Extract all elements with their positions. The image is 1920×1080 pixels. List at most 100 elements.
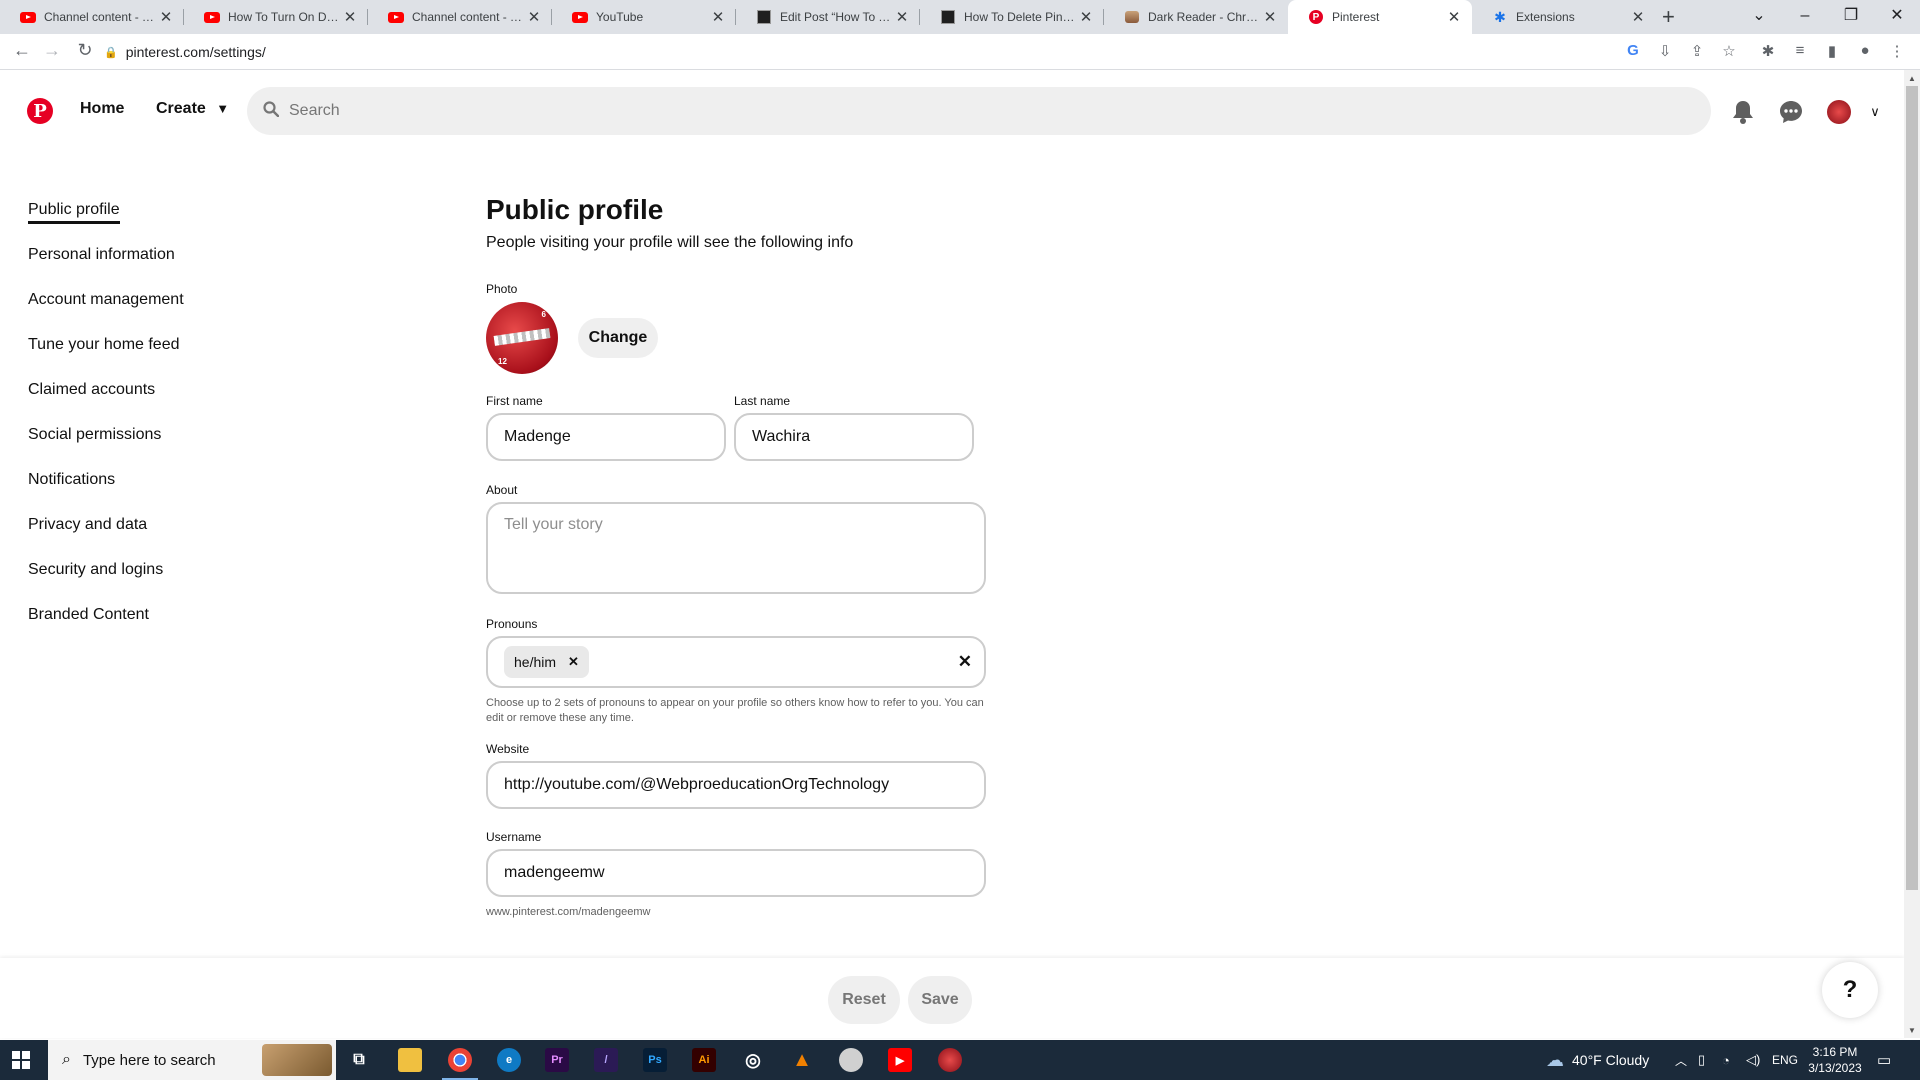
sidebar-item-claimed-accounts[interactable]: Claimed accounts bbox=[28, 376, 328, 421]
browser-tab[interactable]: Dark Reader - Chrome Web Store ✕ bbox=[1104, 0, 1288, 34]
accounts-chevron-icon[interactable]: ∨ bbox=[1861, 98, 1889, 126]
pronouns-field[interactable]: he/him ✕ ✕ bbox=[486, 636, 986, 688]
battery-icon[interactable]: ▯ bbox=[1698, 1040, 1705, 1080]
bookmark-star-icon[interactable]: ☆ bbox=[1719, 42, 1739, 60]
app-icon[interactable] bbox=[839, 1048, 863, 1072]
browser-tab[interactable]: YouTube ✕ bbox=[552, 0, 736, 34]
weather-widget[interactable]: ☁ 40°F Cloudy bbox=[1546, 1040, 1649, 1080]
browser-tab[interactable]: How To Delete Pins On ✕ bbox=[920, 0, 1104, 34]
sidebar-item-branded-content[interactable]: Branded Content bbox=[28, 601, 328, 646]
browser-tab-active[interactable]: P Pinterest ✕ bbox=[1288, 0, 1472, 34]
sidebar-item-tune-home-feed[interactable]: Tune your home feed bbox=[28, 331, 328, 376]
first-name-field[interactable]: Madenge bbox=[486, 413, 726, 461]
avatar[interactable] bbox=[1825, 98, 1853, 126]
task-view-icon[interactable]: ⧉ bbox=[347, 1048, 371, 1072]
close-tab-icon[interactable]: ✕ bbox=[342, 8, 358, 26]
remove-chip-icon[interactable]: ✕ bbox=[568, 654, 579, 670]
browser-tab[interactable]: Channel content - YouTube Studio ✕ bbox=[0, 0, 184, 34]
edge-icon[interactable]: e bbox=[497, 1048, 521, 1072]
close-tab-icon[interactable]: ✕ bbox=[158, 8, 174, 26]
minimize-button[interactable]: – bbox=[1782, 2, 1828, 30]
scroll-up-arrow-icon[interactable]: ▲ bbox=[1904, 74, 1920, 83]
app-icon[interactable] bbox=[938, 1048, 962, 1072]
home-link[interactable]: Home bbox=[80, 100, 124, 118]
sidebar-item-public-profile[interactable]: Public profile bbox=[28, 196, 328, 241]
cloud-icon: ☁ bbox=[1546, 1049, 1564, 1070]
search-bar[interactable] bbox=[247, 87, 1711, 135]
file-explorer-icon[interactable] bbox=[398, 1048, 422, 1072]
volume-icon[interactable]: ◁) bbox=[1746, 1040, 1760, 1080]
scrollbar-thumb[interactable] bbox=[1906, 86, 1918, 890]
website-field[interactable]: http://youtube.com/@WebproeducationOrgTe… bbox=[486, 761, 986, 809]
forward-arrow-icon[interactable]: → bbox=[40, 40, 64, 61]
profile-url-hint: www.pinterest.com/madengeemw bbox=[486, 906, 651, 918]
photoshop-icon[interactable]: Ps bbox=[643, 1048, 667, 1072]
vectornator-icon[interactable]: / bbox=[594, 1048, 618, 1072]
restore-button[interactable]: ❐ bbox=[1828, 2, 1874, 30]
username-field[interactable]: madengeemw bbox=[486, 849, 986, 897]
browser-tab[interactable]: Edit Post “How To Turn ✕ bbox=[736, 0, 920, 34]
close-tab-icon[interactable]: ✕ bbox=[526, 8, 542, 26]
premiere-pro-icon[interactable]: Pr bbox=[545, 1048, 569, 1072]
extensions-icon[interactable]: ✱ bbox=[1758, 42, 1778, 60]
change-photo-button[interactable]: Change bbox=[578, 318, 658, 358]
reset-button[interactable]: Reset bbox=[828, 976, 900, 1024]
sidebar-item-security-and-logins[interactable]: Security and logins bbox=[28, 556, 328, 601]
close-window-button[interactable]: ✕ bbox=[1874, 2, 1920, 30]
about-textarea[interactable]: Tell your story bbox=[486, 502, 986, 594]
close-tab-icon[interactable]: ✕ bbox=[1078, 8, 1094, 26]
close-tab-icon[interactable]: ✕ bbox=[1630, 8, 1646, 26]
windows-start-icon[interactable] bbox=[12, 1051, 30, 1069]
help-button[interactable]: ? bbox=[1822, 962, 1878, 1018]
more-options-icon[interactable]: ⋮ bbox=[1887, 42, 1907, 60]
create-menu[interactable]: Create ▼ bbox=[156, 100, 229, 118]
share-icon[interactable]: ⇪ bbox=[1687, 42, 1707, 60]
sidebar-item-label: Tune your home feed bbox=[28, 336, 180, 353]
search-input[interactable] bbox=[289, 102, 1711, 120]
side-panel-icon[interactable]: ▮ bbox=[1822, 42, 1842, 60]
notifications-bell-icon[interactable] bbox=[1729, 98, 1757, 126]
close-tab-icon[interactable]: ✕ bbox=[1446, 8, 1462, 26]
wifi-icon[interactable]: ◔ bbox=[1722, 1040, 1730, 1080]
language-indicator[interactable]: ENG bbox=[1772, 1040, 1798, 1080]
close-tab-icon[interactable]: ✕ bbox=[710, 8, 726, 26]
close-tab-icon[interactable]: ✕ bbox=[894, 8, 910, 26]
browser-tab[interactable]: ✱ Extensions ✕ bbox=[1472, 0, 1656, 34]
google-lens-icon[interactable]: G bbox=[1623, 42, 1643, 59]
chrome-icon[interactable] bbox=[442, 1048, 478, 1080]
back-arrow-icon[interactable]: ← bbox=[10, 40, 34, 61]
browser-tab[interactable]: How To Turn On Dark Mode ✕ bbox=[184, 0, 368, 34]
tab-title: How To Delete Pins On bbox=[964, 10, 1078, 24]
last-name-field[interactable]: Wachira bbox=[734, 413, 974, 461]
clear-pronouns-icon[interactable]: ✕ bbox=[958, 652, 972, 672]
sidebar-item-notifications[interactable]: Notifications bbox=[28, 466, 328, 511]
show-hidden-icons-icon[interactable]: ︿ bbox=[1675, 1040, 1687, 1080]
messages-icon[interactable] bbox=[1777, 98, 1805, 126]
pronouns-label: Pronouns bbox=[486, 617, 538, 631]
close-tab-icon[interactable]: ✕ bbox=[1262, 8, 1278, 26]
taskbar-search-box[interactable]: ⌕ Type here to search bbox=[48, 1040, 336, 1080]
youtube-icon[interactable]: ▶ bbox=[888, 1048, 912, 1072]
sidebar-item-privacy-and-data[interactable]: Privacy and data bbox=[28, 511, 328, 556]
notification-center-icon[interactable]: ▭ bbox=[1877, 1040, 1891, 1080]
reload-icon[interactable]: ↻ bbox=[73, 40, 97, 61]
tab-title: How To Turn On Dark Mode bbox=[228, 10, 342, 24]
save-button[interactable]: Save bbox=[908, 976, 972, 1024]
tab-search-icon[interactable]: ⌄ bbox=[1736, 2, 1782, 30]
illustrator-icon[interactable]: Ai bbox=[692, 1048, 716, 1072]
install-app-icon[interactable]: ⇩ bbox=[1655, 42, 1675, 60]
new-tab-button[interactable]: + bbox=[1662, 4, 1675, 30]
sidebar-item-personal-information[interactable]: Personal information bbox=[28, 241, 328, 286]
media-control-icon[interactable]: ≡ bbox=[1790, 42, 1810, 59]
browser-tab[interactable]: Channel content - YouTube Studio ✕ bbox=[368, 0, 552, 34]
address-bar[interactable]: 🔒 pinterest.com/settings/ bbox=[104, 39, 1644, 65]
profile-icon[interactable]: ● bbox=[1855, 42, 1875, 59]
obs-icon[interactable]: ◎ bbox=[741, 1048, 765, 1072]
scroll-down-arrow-icon[interactable]: ▼ bbox=[1904, 1026, 1920, 1035]
sidebar-item-social-permissions[interactable]: Social permissions bbox=[28, 421, 328, 466]
sidebar-item-account-management[interactable]: Account management bbox=[28, 286, 328, 331]
vlc-icon[interactable]: ▲ bbox=[790, 1048, 814, 1072]
pinterest-logo-icon[interactable]: P bbox=[27, 98, 53, 124]
sidebar-item-label: Security and logins bbox=[28, 561, 164, 578]
taskbar-clock[interactable]: 3:16 PM 3/13/2023 bbox=[1800, 1044, 1870, 1076]
